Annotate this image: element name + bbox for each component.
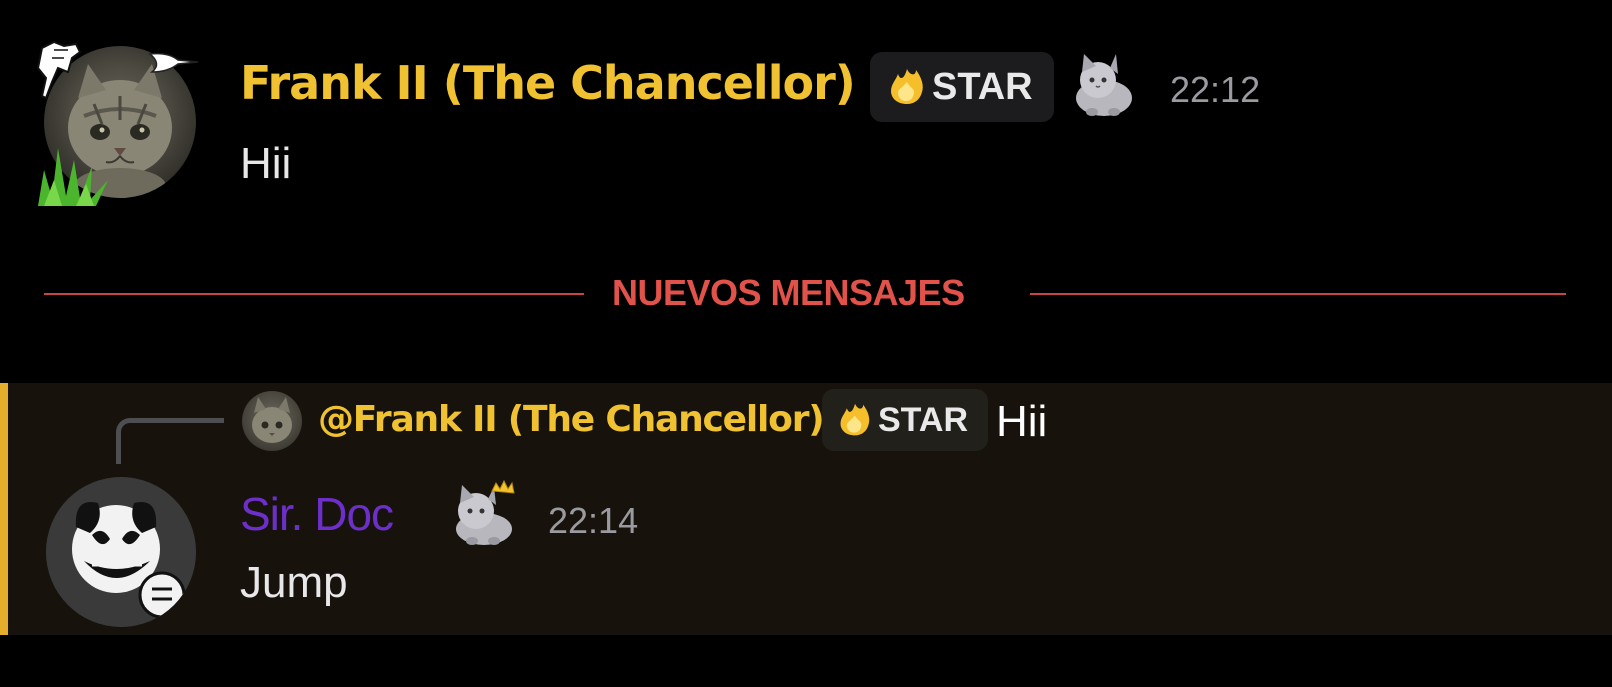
- divider-line-right: [1030, 293, 1566, 295]
- flame-icon: [891, 69, 923, 104]
- new-messages-label: NUEVOS MENSAJES: [612, 272, 965, 313]
- cat-badge-icon: [1076, 54, 1132, 116]
- flame-icon: [840, 403, 870, 436]
- timestamp: 22:14: [548, 500, 639, 541]
- message-sir-doc[interactable]: @Frank II (The Chancellor) STAR Hii Sir.…: [0, 383, 1612, 635]
- cartoon-avatar[interactable]: [46, 477, 196, 627]
- timestamp: 22:12: [1170, 69, 1261, 110]
- wing-icon: [148, 52, 199, 73]
- message-content: Jump: [240, 558, 348, 607]
- server-tag[interactable]: STAR: [870, 52, 1054, 122]
- grass-icon: [38, 148, 108, 206]
- pointing-hand-icon: [36, 40, 82, 100]
- divider-line-left: [44, 293, 584, 295]
- reply-mention[interactable]: @Frank II (The Chancellor): [318, 391, 825, 449]
- tag-label: STAR: [878, 400, 969, 439]
- message-content: Hii: [240, 139, 292, 188]
- reply-avatar[interactable]: [242, 391, 302, 451]
- tag-label: STAR: [932, 65, 1033, 108]
- author-name[interactable]: Sir. Doc: [240, 483, 394, 545]
- reply-connector: [116, 418, 224, 464]
- new-messages-divider: NUEVOS MENSAJES: [0, 262, 1612, 324]
- author-name[interactable]: Frank II (The Chancellor): [240, 52, 856, 114]
- crowned-cat-badge-icon: [456, 479, 515, 545]
- reply-server-tag[interactable]: STAR: [822, 389, 988, 451]
- mention-highlight-bar: [0, 383, 8, 635]
- message-frank[interactable]: Frank II (The Chancellor) STAR 22:12 Hii: [0, 0, 1612, 240]
- reply-preview-content[interactable]: Hii: [996, 395, 1047, 449]
